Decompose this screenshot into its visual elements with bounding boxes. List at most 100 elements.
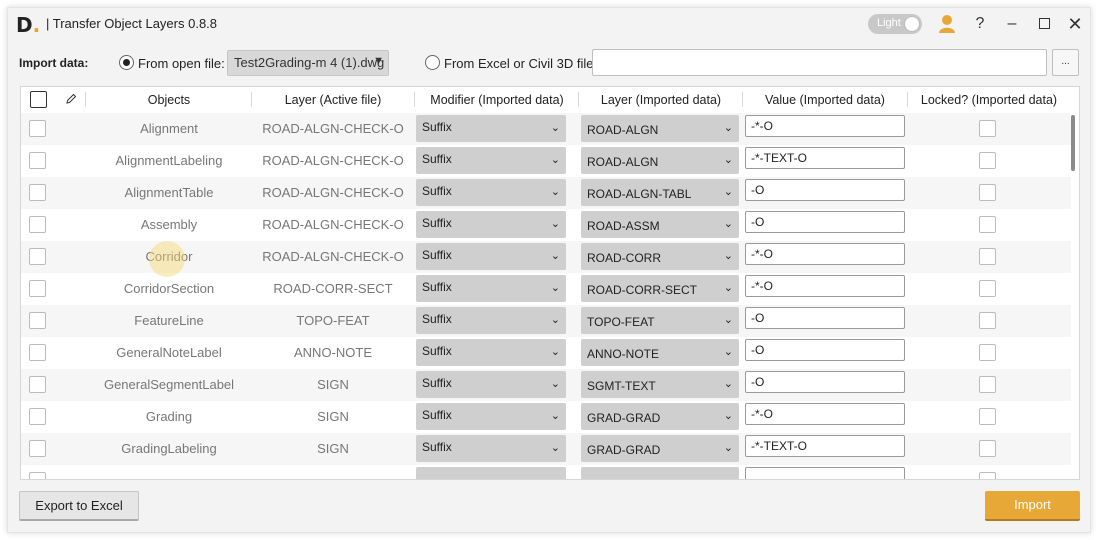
browse-button[interactable]: ... <box>1052 49 1079 76</box>
locked-checkbox[interactable] <box>979 472 996 479</box>
locked-checkbox[interactable] <box>979 216 996 233</box>
layer-imported-value: ANNO-NOTE <box>587 347 659 361</box>
modifier-dropdown[interactable]: Suffix ⌄ <box>416 307 566 334</box>
locked-checkbox[interactable] <box>979 248 996 265</box>
value-input[interactable]: -*-O <box>745 403 905 425</box>
header-locked[interactable]: Locked? (Imported data) <box>909 93 1069 107</box>
table-row[interactable]: AlignmentTable ROAD-ALGN-CHECK-O Suffix ⌄ RO… <box>21 177 1071 209</box>
radio-open-file[interactable] <box>119 55 134 70</box>
help-button[interactable]: ? <box>968 12 992 36</box>
import-button[interactable]: Import <box>985 491 1080 521</box>
modifier-dropdown[interactable]: Suffix ⌄ <box>416 435 566 462</box>
row-select-checkbox[interactable] <box>29 344 46 361</box>
close-button[interactable]: ✕ <box>1063 12 1087 36</box>
table-row[interactable]: Grading SIGN Suffix ⌄ GRAD-GRAD ⌄ -*-O <box>21 401 1071 433</box>
modifier-dropdown[interactable]: Suffix ⌄ <box>416 211 566 238</box>
theme-toggle[interactable]: Light <box>868 14 922 34</box>
radio-excel-file-label[interactable]: From Excel or Civil 3D file: <box>444 56 597 71</box>
table-row[interactable]: ⌄ ⌄ <box>21 465 1071 480</box>
modifier-dropdown[interactable]: Suffix ⌄ <box>416 115 566 142</box>
table-row[interactable]: GeneralSegmentLabel SIGN Suffix ⌄ SGMT-TEXT ⌄… <box>21 369 1071 401</box>
radio-open-file-label[interactable]: From open file: <box>138 56 225 71</box>
row-select-checkbox[interactable] <box>29 440 46 457</box>
chevron-down-icon: ⌄ <box>550 122 560 134</box>
modifier-value: Suffix <box>422 120 452 134</box>
locked-checkbox[interactable] <box>979 408 996 425</box>
chevron-down-icon: ⌄ <box>550 474 560 480</box>
header-layer-imported[interactable]: Layer (Imported data) <box>580 93 742 107</box>
table-row[interactable]: GradingLabeling SIGN Suffix ⌄ GRAD-GRAD ⌄ -*-T… <box>21 433 1071 465</box>
modifier-dropdown[interactable]: Suffix ⌄ <box>416 147 566 174</box>
pencil-icon <box>66 93 77 104</box>
row-select-checkbox[interactable] <box>29 408 46 425</box>
user-icon[interactable] <box>938 14 956 34</box>
value-input[interactable]: -*-TEXT-O <box>745 147 905 169</box>
table-row[interactable]: CorridorSection ROAD-CORR-SECT Suffix ⌄ ROAD… <box>21 273 1071 305</box>
modifier-dropdown[interactable]: ⌄ <box>416 467 566 480</box>
table-row[interactable]: AlignmentLabeling ROAD-ALGN-CHECK-O Suffix… <box>21 145 1071 177</box>
modifier-dropdown[interactable]: Suffix ⌄ <box>416 243 566 270</box>
layer-imported-dropdown[interactable]: ROAD-ASSM ⌄ <box>581 211 739 238</box>
table-row[interactable]: FeatureLine TOPO-FEAT Suffix ⌄ TOPO-FEAT ⌄ -O <box>21 305 1071 337</box>
row-select-checkbox[interactable] <box>29 248 46 265</box>
locked-checkbox[interactable] <box>979 312 996 329</box>
layer-imported-dropdown[interactable]: ROAD-ALGN ⌄ <box>581 147 739 174</box>
modifier-value: Suffix <box>422 312 452 326</box>
value-input[interactable]: -*-O <box>745 115 905 137</box>
row-select-checkbox[interactable] <box>29 152 46 169</box>
layer-imported-dropdown[interactable]: ANNO-NOTE ⌄ <box>581 339 739 366</box>
row-select-checkbox[interactable] <box>29 216 46 233</box>
value-input[interactable]: -*-TEXT-O <box>745 435 905 457</box>
locked-checkbox[interactable] <box>979 440 996 457</box>
value-input[interactable]: -O <box>745 211 905 233</box>
row-select-checkbox[interactable] <box>29 472 46 479</box>
layer-imported-dropdown[interactable]: SGMT-TEXT ⌄ <box>581 371 739 398</box>
layer-imported-dropdown[interactable]: GRAD-GRAD ⌄ <box>581 435 739 462</box>
value-input[interactable] <box>745 467 905 479</box>
locked-checkbox[interactable] <box>979 280 996 297</box>
open-file-select[interactable]: Test2Grading-m 4 (1).dwg ▼ <box>227 50 389 76</box>
modifier-dropdown[interactable]: Suffix ⌄ <box>416 339 566 366</box>
header-value[interactable]: Value (Imported data) <box>744 93 906 107</box>
row-select-checkbox[interactable] <box>29 376 46 393</box>
modifier-dropdown[interactable]: Suffix ⌄ <box>416 371 566 398</box>
layer-imported-dropdown[interactable]: ROAD-CORR-SECT ⌄ <box>581 275 739 302</box>
value-input[interactable]: -O <box>745 179 905 201</box>
value-input[interactable]: -O <box>745 371 905 393</box>
maximize-button[interactable] <box>1032 12 1056 36</box>
header-modifier[interactable]: Modifier (Imported data) <box>416 93 578 107</box>
header-objects[interactable]: Objects <box>87 93 251 107</box>
layer-imported-dropdown[interactable]: ⌄ <box>581 467 739 479</box>
row-select-checkbox[interactable] <box>29 184 46 201</box>
minimize-button[interactable]: – <box>1000 12 1024 36</box>
locked-checkbox[interactable] <box>979 344 996 361</box>
locked-checkbox[interactable] <box>979 120 996 137</box>
layer-imported-dropdown[interactable]: ROAD-ALGN-TABL ⌄ <box>581 179 739 206</box>
grid-scrollbar[interactable] <box>1071 115 1075 171</box>
header-layer-active[interactable]: Layer (Active file) <box>253 93 413 107</box>
modifier-dropdown[interactable]: Suffix ⌄ <box>416 179 566 206</box>
row-select-checkbox[interactable] <box>29 280 46 297</box>
locked-checkbox[interactable] <box>979 184 996 201</box>
export-to-excel-button[interactable]: Export to Excel <box>19 491 139 521</box>
locked-checkbox[interactable] <box>979 152 996 169</box>
table-row[interactable]: GeneralNoteLabel ANNO-NOTE Suffix ⌄ ANNO-NOT… <box>21 337 1071 369</box>
table-row[interactable]: Alignment ROAD-ALGN-CHECK-O Suffix ⌄ ROAD-AL… <box>21 113 1071 145</box>
row-select-checkbox[interactable] <box>29 312 46 329</box>
file-path-input[interactable] <box>592 49 1047 76</box>
row-select-checkbox[interactable] <box>29 120 46 137</box>
locked-checkbox[interactable] <box>979 376 996 393</box>
layer-imported-dropdown[interactable]: ROAD-CORR ⌄ <box>581 243 739 270</box>
layer-imported-dropdown[interactable]: GRAD-GRAD ⌄ <box>581 403 739 430</box>
layer-imported-dropdown[interactable]: ROAD-ALGN ⌄ <box>581 115 739 142</box>
value-input[interactable]: -O <box>745 307 905 329</box>
value-input[interactable]: -O <box>745 339 905 361</box>
modifier-dropdown[interactable]: Suffix ⌄ <box>416 403 566 430</box>
modifier-dropdown[interactable]: Suffix ⌄ <box>416 275 566 302</box>
table-row[interactable]: Assembly ROAD-ALGN-CHECK-O Suffix ⌄ ROAD-ASS… <box>21 209 1071 241</box>
value-input[interactable]: -*-O <box>745 243 905 265</box>
layer-imported-dropdown[interactable]: TOPO-FEAT ⌄ <box>581 307 739 334</box>
value-input[interactable]: -*-O <box>745 275 905 297</box>
radio-excel-file[interactable] <box>425 55 440 70</box>
select-all-checkbox[interactable] <box>30 91 47 108</box>
